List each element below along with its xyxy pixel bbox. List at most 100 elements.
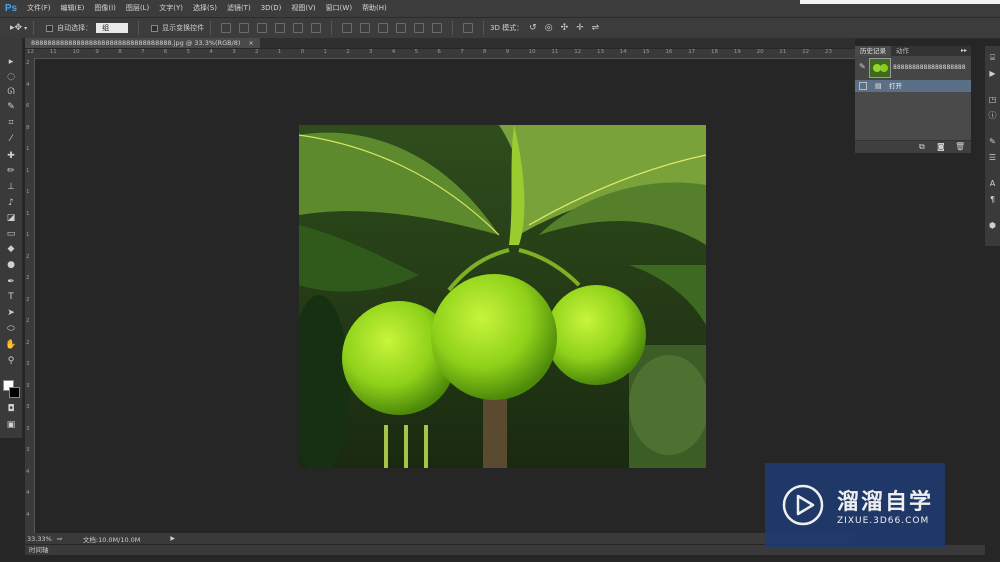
scale-3d-icon[interactable]: ⇌ <box>592 23 600 33</box>
align-hcenter-icon[interactable] <box>293 23 304 33</box>
menu-type[interactable]: 文字(Y) <box>154 0 188 17</box>
actions-panel-icon[interactable]: ▶ <box>987 68 998 79</box>
distribute-left-icon[interactable] <box>396 23 407 33</box>
paragraph-panel-icon[interactable]: ¶ <box>987 194 998 205</box>
history-panel-icon[interactable]: ⌸ <box>987 52 998 63</box>
history-brush-tool-icon[interactable]: ♪ <box>5 197 17 209</box>
clone-stamp-tool-icon[interactable]: ⊥ <box>5 181 17 193</box>
path-select-tool-icon[interactable]: ➤ <box>5 307 17 319</box>
brush-tool-icon[interactable]: ✏ <box>5 165 17 177</box>
menu-window[interactable]: 窗口(W) <box>321 0 357 17</box>
ruler-tick-label: 3 <box>26 447 30 453</box>
auto-select-checkbox[interactable] <box>46 24 54 32</box>
background-color-swatch[interactable] <box>9 387 20 398</box>
ruler-tick-label: 2 <box>346 49 350 55</box>
crop-tool-icon[interactable]: ⌗ <box>5 117 17 129</box>
character-panel-icon[interactable]: A <box>987 178 998 189</box>
ruler-tick-label: 1 <box>26 232 30 238</box>
pen-tool-icon[interactable]: ✒ <box>5 276 17 288</box>
right-dock: ⌸ ▶ ◳ ⓘ ✎ ☰ A ¶ ⬢ <box>985 46 1000 246</box>
menu-layer[interactable]: 图层(L) <box>121 0 154 17</box>
eyedropper-tool-icon[interactable]: ⁄ <box>5 133 17 145</box>
ruler-tick-label: 8 <box>26 124 30 131</box>
rotate-3d-icon[interactable]: ↺ <box>529 23 537 33</box>
history-snapshot[interactable]: ✎ 8888888888888888888 <box>855 56 971 81</box>
menu-help[interactable]: 帮助(H) <box>357 0 392 17</box>
info-panel-icon[interactable]: ⓘ <box>987 110 998 121</box>
ruler-tick-label: 1 <box>26 189 30 195</box>
menu-view[interactable]: 视图(V) <box>286 0 320 17</box>
document-tab[interactable]: 8888888888888888888888888888888888.jpg @… <box>25 38 260 48</box>
screen-mode-icon[interactable]: ▣ <box>5 419 17 431</box>
separator <box>138 21 140 35</box>
ruler-tick-label: 4 <box>26 81 30 88</box>
drag-3d-icon[interactable]: ✣ <box>561 23 569 33</box>
menu-3d[interactable]: 3D(D) <box>256 0 287 17</box>
ruler-horizontal: 12 11 10 9 8 7 6 5 4 3 2 1 0 1 2 3 4 5 6 7 8 9 10 11 12 13 14 15 16 1… <box>25 49 855 59</box>
3d-panel-icon[interactable]: ⬢ <box>987 220 998 231</box>
history-brush-source-box[interactable] <box>859 82 867 90</box>
gradient-tool-icon[interactable]: ▭ <box>5 228 17 240</box>
align-bottom-icon[interactable] <box>257 23 268 33</box>
menu-edit[interactable]: 编辑(E) <box>56 0 90 17</box>
window-edge <box>800 0 1000 4</box>
menu-select[interactable]: 选择(S) <box>188 0 222 17</box>
align-vcenter-icon[interactable] <box>239 23 250 33</box>
panel-menu-icon[interactable]: ▸▸ <box>961 46 971 56</box>
show-transform-checkbox[interactable] <box>151 24 159 32</box>
brush-panel-icon[interactable]: ✎ <box>987 136 998 147</box>
eraser-tool-icon[interactable]: ◪ <box>5 212 17 224</box>
distribute-bottom-icon[interactable] <box>378 23 389 33</box>
export-icon[interactable]: ⇨ <box>57 535 63 543</box>
ruler-tick-label: 4 <box>26 490 30 496</box>
trash-icon[interactable]: 🗑 <box>955 142 965 151</box>
ruler-tick-label: 23 <box>825 49 832 55</box>
adjustments-panel-icon[interactable]: ☰ <box>987 152 998 163</box>
zoom-level[interactable]: 33.33% <box>27 535 55 543</box>
new-document-from-state-icon[interactable]: ⧉ <box>919 142 925 152</box>
shape-tool-icon[interactable]: ⬭ <box>5 323 17 335</box>
dodge-tool-icon[interactable]: ● <box>5 259 17 271</box>
menu-file[interactable]: 文件(F) <box>22 0 56 17</box>
roll-3d-icon[interactable]: ◎ <box>545 23 553 33</box>
document-size-info: 文档:10.0M/10.0M <box>82 535 141 544</box>
align-top-icon[interactable] <box>221 23 232 33</box>
layers-panel-icon[interactable]: ◳ <box>987 94 998 105</box>
quick-select-tool-icon[interactable]: ✎ <box>5 101 17 113</box>
ruler-tick-label: 1 <box>277 49 282 55</box>
tool-preset-dropdown-icon[interactable]: ▾ <box>24 25 27 32</box>
hand-tool-icon[interactable]: ✋ <box>5 339 17 351</box>
move-tool-icon[interactable]: ▸ <box>5 56 17 68</box>
camera-icon[interactable]: ◙ <box>937 142 945 151</box>
history-brush-source-icon[interactable]: ✎ <box>859 62 866 71</box>
menu-filter[interactable]: 滤镜(T) <box>222 0 256 17</box>
healing-brush-tool-icon[interactable]: ✚ <box>5 150 17 162</box>
align-right-icon[interactable] <box>311 23 322 33</box>
auto-select-target-select[interactable]: 组 <box>96 23 129 33</box>
distribute-hcenter-icon[interactable] <box>414 23 425 33</box>
photoshop-logo: Ps <box>4 3 18 14</box>
blur-tool-icon[interactable]: ◆ <box>5 243 17 255</box>
document-canvas[interactable] <box>299 125 706 468</box>
mode-3d-label: 3D 模式： <box>490 24 524 32</box>
menu-image[interactable]: 图像(I) <box>89 0 121 17</box>
distribute-top-icon[interactable] <box>342 23 353 33</box>
move-tool-icon[interactable]: ▸✥ <box>10 23 22 33</box>
ruler-tick-label: 3 <box>26 361 30 367</box>
ruler-tick-label: 9 <box>505 49 510 55</box>
auto-align-layers-icon[interactable] <box>463 23 474 33</box>
distribute-right-icon[interactable] <box>432 23 443 33</box>
quick-mask-icon[interactable]: ◘ <box>5 403 17 415</box>
align-left-icon[interactable] <box>275 23 286 33</box>
tab-actions[interactable]: 动作 <box>891 46 914 56</box>
distribute-vcenter-icon[interactable] <box>360 23 371 33</box>
close-icon[interactable]: × <box>248 38 253 48</box>
zoom-tool-icon[interactable]: ⚲ <box>5 355 17 367</box>
lasso-tool-icon[interactable]: ᘏ <box>5 86 17 98</box>
marquee-tool-icon[interactable]: ◌ <box>5 71 17 83</box>
slide-3d-icon[interactable]: ✛ <box>576 23 584 33</box>
type-tool-icon[interactable]: T <box>5 291 17 303</box>
history-step-open[interactable]: ▤ 打开 <box>855 80 971 92</box>
status-menu-arrow-icon[interactable]: ▶ <box>170 535 175 542</box>
tab-history[interactable]: 历史记录 <box>855 46 891 56</box>
